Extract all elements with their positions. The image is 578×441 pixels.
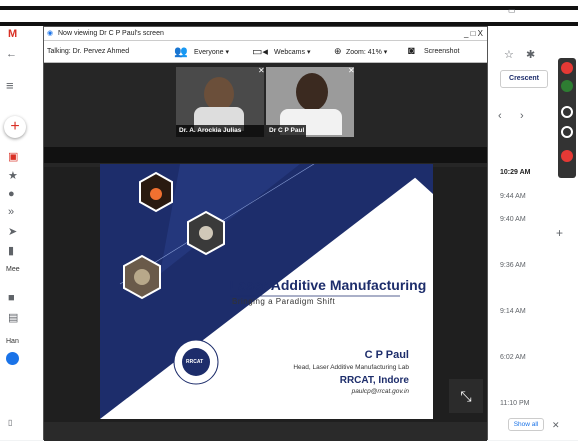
participant-face bbox=[296, 73, 328, 111]
participant-name: Dr C P Paul bbox=[266, 125, 306, 137]
crescent-logo: Crescent bbox=[500, 70, 548, 88]
email-time: 6:02 AM bbox=[500, 354, 526, 361]
email-time: 10:29 AM bbox=[500, 169, 531, 176]
camera-icon[interactable] bbox=[561, 80, 573, 92]
screen-share-window: ◉ Now viewing Dr C P Paul's screen _ □ X… bbox=[43, 26, 488, 441]
close-icon[interactable]: ✕ bbox=[258, 66, 265, 75]
presenter-role: Head, Laser Additive Manufacturing Lab bbox=[293, 364, 409, 371]
email-time: 11:10 PM bbox=[500, 400, 530, 407]
video-tile[interactable]: Dr. A. Arockia Julias bbox=[176, 67, 264, 137]
drafts-icon[interactable]: ▮ bbox=[8, 244, 14, 257]
file-icon[interactable]: ▯ bbox=[8, 418, 12, 427]
email-time: 9:36 AM bbox=[500, 262, 526, 269]
camera-icon[interactable]: ◙ bbox=[408, 45, 415, 57]
hand-icon[interactable] bbox=[561, 150, 573, 162]
close-icon[interactable]: ✕ bbox=[348, 66, 355, 75]
window-title: Now viewing Dr C P Paul's screen bbox=[58, 30, 164, 37]
email-time: 9:14 AM bbox=[500, 308, 526, 315]
browser-top-bar bbox=[0, 0, 578, 26]
avatar[interactable] bbox=[6, 352, 19, 365]
clock-icon[interactable]: ● bbox=[8, 188, 15, 200]
hangouts-label: Han bbox=[6, 338, 19, 345]
zoom-dropdown[interactable]: Zoom: 41% ▾ bbox=[346, 48, 387, 56]
top-stripe bbox=[0, 6, 578, 10]
star-icon[interactable]: ★ bbox=[8, 169, 18, 182]
prev-icon[interactable]: ‹ bbox=[498, 110, 502, 122]
menu-icon[interactable]: ≡ bbox=[6, 78, 14, 93]
webcams-label: Webcams bbox=[274, 49, 305, 56]
window-controls[interactable]: _ □ X bbox=[464, 29, 483, 38]
meet-label: Mee bbox=[6, 266, 20, 273]
calendar-icon[interactable]: ▤ bbox=[8, 311, 18, 324]
floating-toolbar bbox=[558, 58, 576, 178]
rrcat-logo: RRCAT bbox=[186, 359, 204, 365]
video-icon[interactable]: ■ bbox=[8, 292, 15, 304]
compose-icon[interactable]: + bbox=[4, 116, 26, 138]
webcams-dropdown[interactable]: Webcams ▾ bbox=[274, 48, 310, 56]
back-arrow-icon[interactable]: ← bbox=[6, 48, 17, 60]
presentation-slide: RRCAT Laser Additive Manufacturing Bring… bbox=[100, 164, 433, 419]
record-icon[interactable] bbox=[561, 126, 573, 138]
talking-indicator: Talking: Dr. Pervez Ahmed bbox=[47, 48, 130, 55]
important-icon[interactable]: » bbox=[8, 206, 14, 218]
webcam-icon[interactable]: ▭◂ bbox=[252, 45, 268, 58]
divider-band bbox=[44, 147, 487, 163]
add-icon[interactable]: + bbox=[556, 226, 563, 240]
window-min-icon[interactable]: ▭ bbox=[508, 6, 516, 15]
everyone-dropdown[interactable]: Everyone ▾ bbox=[194, 48, 229, 56]
zoom-icon[interactable]: ⊕ bbox=[334, 46, 342, 57]
email-time: 9:44 AM bbox=[500, 193, 526, 200]
extension-icon[interactable]: ✱ bbox=[526, 48, 535, 61]
everyone-label: Everyone bbox=[194, 49, 224, 56]
participant-face bbox=[204, 77, 234, 111]
slide-subtitle: Bringing a Paradigm Shift bbox=[232, 297, 336, 306]
close-icon[interactable]: ✕ bbox=[552, 420, 560, 431]
presenter-email: paulcp@rrcat.gov.in bbox=[351, 388, 409, 395]
window-titlebar: ◉ Now viewing Dr C P Paul's screen _ □ X bbox=[44, 27, 487, 41]
window-bottom-bar bbox=[44, 422, 487, 441]
zoom-label: Zoom: 41% bbox=[346, 49, 382, 56]
email-time: 9:40 AM bbox=[500, 216, 526, 223]
show-all-button[interactable]: Show all bbox=[508, 418, 544, 431]
mic-icon[interactable] bbox=[561, 62, 573, 74]
exit-fullscreen-icon[interactable]: ⤡ bbox=[449, 379, 483, 413]
slide-title: Laser Additive Manufacturing bbox=[230, 277, 427, 293]
next-icon[interactable]: › bbox=[520, 110, 524, 122]
send-icon[interactable]: ➤ bbox=[8, 225, 17, 238]
presenter-name: C P Paul bbox=[364, 349, 409, 361]
share-icon[interactable] bbox=[561, 106, 573, 118]
people-icon[interactable]: 👥 bbox=[174, 45, 188, 58]
bookmark-star-icon[interactable]: ☆ bbox=[504, 48, 514, 61]
participant-name: Dr. A. Arockia Julias bbox=[176, 125, 264, 137]
app-icon: ◉ bbox=[47, 30, 54, 37]
gmail-logo-icon: M bbox=[8, 28, 18, 40]
viewer-toolbar: Talking: Dr. Pervez Ahmed 👥 Everyone ▾ ▭… bbox=[44, 41, 487, 63]
inbox-icon[interactable]: ▣ bbox=[8, 150, 18, 163]
presenter-org: RRCAT, Indore bbox=[339, 375, 409, 386]
gmail-left-rail: M ← ≡ + ▣ ★ ● » ➤ ▮ Mee ■ ▤ Han ▯ bbox=[0, 26, 44, 440]
screenshot-button[interactable]: Screenshot bbox=[424, 48, 459, 55]
video-tile[interactable]: Dr C P Paul bbox=[266, 67, 354, 137]
